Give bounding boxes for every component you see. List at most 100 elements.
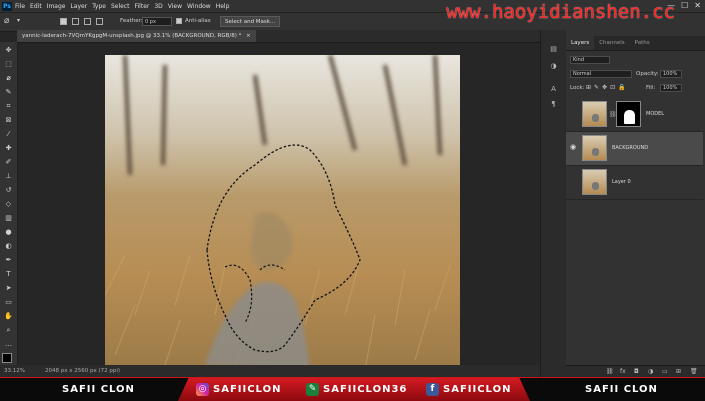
path-select-icon[interactable]: ➤: [4, 284, 13, 292]
feather-input[interactable]: 0 px: [142, 17, 172, 26]
select-and-mask-button[interactable]: Select and Mask...: [220, 16, 281, 27]
layer-name: MODEL: [646, 111, 665, 117]
lasso-tool-icon[interactable]: ⌀: [4, 16, 9, 26]
blur-tool-icon[interactable]: ●: [4, 228, 13, 236]
stamp-tool-icon[interactable]: ⊥: [4, 172, 13, 180]
canvas-area[interactable]: [18, 43, 540, 370]
menu-help[interactable]: Help: [216, 3, 230, 10]
close-icon[interactable]: ✕: [694, 1, 701, 10]
pen-tool-icon[interactable]: ✒: [4, 256, 13, 264]
blend-mode-select[interactable]: Normal: [570, 70, 632, 78]
zoom-tool-icon[interactable]: ⌕: [4, 326, 13, 334]
fx-icon[interactable]: fx: [620, 368, 627, 375]
menu-type[interactable]: Type: [92, 3, 106, 10]
window-controls: — ☐ ✕: [667, 1, 701, 10]
close-tab-icon[interactable]: ×: [246, 33, 251, 39]
opacity-label: Opacity:: [636, 71, 659, 77]
subtract-selection-icon[interactable]: [84, 18, 91, 25]
banner-other-handle: SAFIICLON36: [323, 384, 408, 395]
healing-tool-icon[interactable]: ✚: [4, 144, 13, 152]
intersect-selection-icon[interactable]: [96, 18, 103, 25]
tools-panel: ✥ ⬚ ⌀ ✎ ⌗ ⊠ ⁄ ✚ ✐ ⊥ ↺ ◇ ▥ ● ◐ ✒ T ➤ ▭ ✋ …: [0, 42, 18, 372]
facebook-icon: f: [426, 383, 439, 396]
opacity-input[interactable]: 100%: [660, 70, 682, 78]
adjustments-panel-icon[interactable]: ◑: [549, 62, 558, 71]
lock-row: Lock: ⊞✎✥⊡🔒 Fill: 100%: [566, 84, 705, 94]
history-brush-icon[interactable]: ↺: [4, 186, 13, 194]
dodge-tool-icon[interactable]: ◐: [4, 242, 13, 250]
antialias-label: Anti-alias: [185, 18, 211, 24]
document-size: 2048 px x 2560 px (72 ppi): [45, 368, 121, 374]
menu-file[interactable]: File: [15, 3, 25, 10]
tab-paths[interactable]: Paths: [630, 36, 655, 50]
document-tab[interactable]: yannic-laderach-7VQmYKgpgM-unsplash.jpg …: [17, 30, 256, 42]
antialias-checkbox[interactable]: [176, 18, 182, 24]
eyedropper-tool-icon[interactable]: ⁄: [4, 130, 13, 138]
filter-row: Kind: [566, 56, 705, 66]
link-layers-icon[interactable]: ⛓: [606, 368, 614, 375]
banner-right-name: SAFII CLON: [585, 384, 658, 395]
menu-filter[interactable]: Filter: [135, 3, 150, 10]
gradient-tool-icon[interactable]: ▥: [4, 214, 13, 222]
new-layer-icon[interactable]: ⊞: [676, 368, 683, 375]
add-mask-icon[interactable]: ◘: [634, 368, 641, 375]
maximize-icon[interactable]: ☐: [681, 1, 688, 10]
type-tool-icon[interactable]: T: [4, 270, 13, 278]
panel-tabs: Layers Channels Paths: [566, 36, 705, 51]
more-tools-icon[interactable]: …: [4, 340, 13, 348]
document-tab-bar: yannic-laderach-7VQmYKgpgM-unsplash.jpg …: [17, 30, 540, 43]
banner-social-strip: ◎ SAFIICLON ✎ SAFIICLON36 f SAFIICLON: [178, 378, 530, 401]
visibility-eye-icon[interactable]: ◉: [570, 144, 578, 151]
menu-window[interactable]: Window: [187, 3, 211, 10]
minimize-icon[interactable]: —: [667, 1, 675, 10]
layer-row-layer-0[interactable]: Layer 0: [566, 166, 703, 200]
rectangle-tool-icon[interactable]: ▭: [4, 298, 13, 306]
channel-banner: SAFII CLON ◎ SAFIICLON ✎ SAFIICLON36 f S…: [0, 377, 705, 401]
layer-thumbnail: [582, 169, 607, 195]
marquee-tool-icon[interactable]: ⬚: [4, 60, 13, 68]
hand-tool-icon[interactable]: ✋: [4, 312, 13, 320]
feather-label: Feather:: [120, 18, 143, 24]
chevron-down-icon[interactable]: ▾: [17, 17, 20, 24]
paragraph-panel-icon[interactable]: ¶: [549, 100, 558, 109]
frame-tool-icon[interactable]: ⊠: [4, 116, 13, 124]
crop-tool-icon[interactable]: ⌗: [4, 102, 13, 110]
trash-icon[interactable]: 🗑: [690, 368, 698, 375]
menu-image[interactable]: Image: [47, 3, 66, 10]
menu-view[interactable]: View: [168, 3, 182, 10]
layer-thumbnail: [582, 135, 607, 161]
add-selection-icon[interactable]: [72, 18, 79, 25]
layer-row-model[interactable]: ⛓ MODEL: [566, 98, 703, 132]
layer-name: BACKGROUND: [612, 145, 649, 151]
character-panel-icon[interactable]: A: [549, 85, 558, 94]
social-icon: ✎: [306, 383, 319, 396]
tab-layers[interactable]: Layers: [566, 36, 595, 50]
history-panel-icon[interactable]: ▤: [549, 45, 558, 54]
foreground-color-swatch[interactable]: [2, 353, 12, 363]
adjustment-layer-icon[interactable]: ◑: [648, 368, 655, 375]
quick-select-tool-icon[interactable]: ✎: [4, 88, 13, 96]
photoshop-logo-icon[interactable]: Ps: [2, 1, 12, 11]
menu-3d[interactable]: 3D: [154, 3, 162, 10]
fill-input[interactable]: 100%: [660, 84, 682, 92]
menu-edit[interactable]: Edit: [30, 3, 42, 10]
lasso-tool-icon[interactable]: ⌀: [4, 74, 13, 82]
zoom-level[interactable]: 33.12%: [4, 368, 25, 374]
eraser-tool-icon[interactable]: ◇: [4, 200, 13, 208]
kind-filter-select[interactable]: Kind: [570, 56, 610, 64]
lock-icons[interactable]: ⊞✎✥⊡🔒: [586, 84, 629, 91]
document-image[interactable]: [105, 55, 460, 370]
layer-row-background[interactable]: ◉ BACKGROUND: [566, 132, 703, 166]
lock-label: Lock:: [570, 85, 585, 91]
new-selection-icon[interactable]: [60, 18, 67, 25]
menu-layer[interactable]: Layer: [70, 3, 87, 10]
menu-select[interactable]: Select: [111, 3, 130, 10]
banner-instagram: SAFIICLON: [213, 384, 282, 395]
layer-mask-thumbnail[interactable]: [616, 101, 641, 127]
tab-channels[interactable]: Channels: [594, 36, 629, 50]
watermark: www.haoyidianshen.cc: [446, 1, 675, 23]
group-icon[interactable]: ▭: [662, 368, 669, 375]
banner-left-name: SAFII CLON: [62, 384, 135, 395]
brush-tool-icon[interactable]: ✐: [4, 158, 13, 166]
move-tool-icon[interactable]: ✥: [4, 46, 13, 54]
